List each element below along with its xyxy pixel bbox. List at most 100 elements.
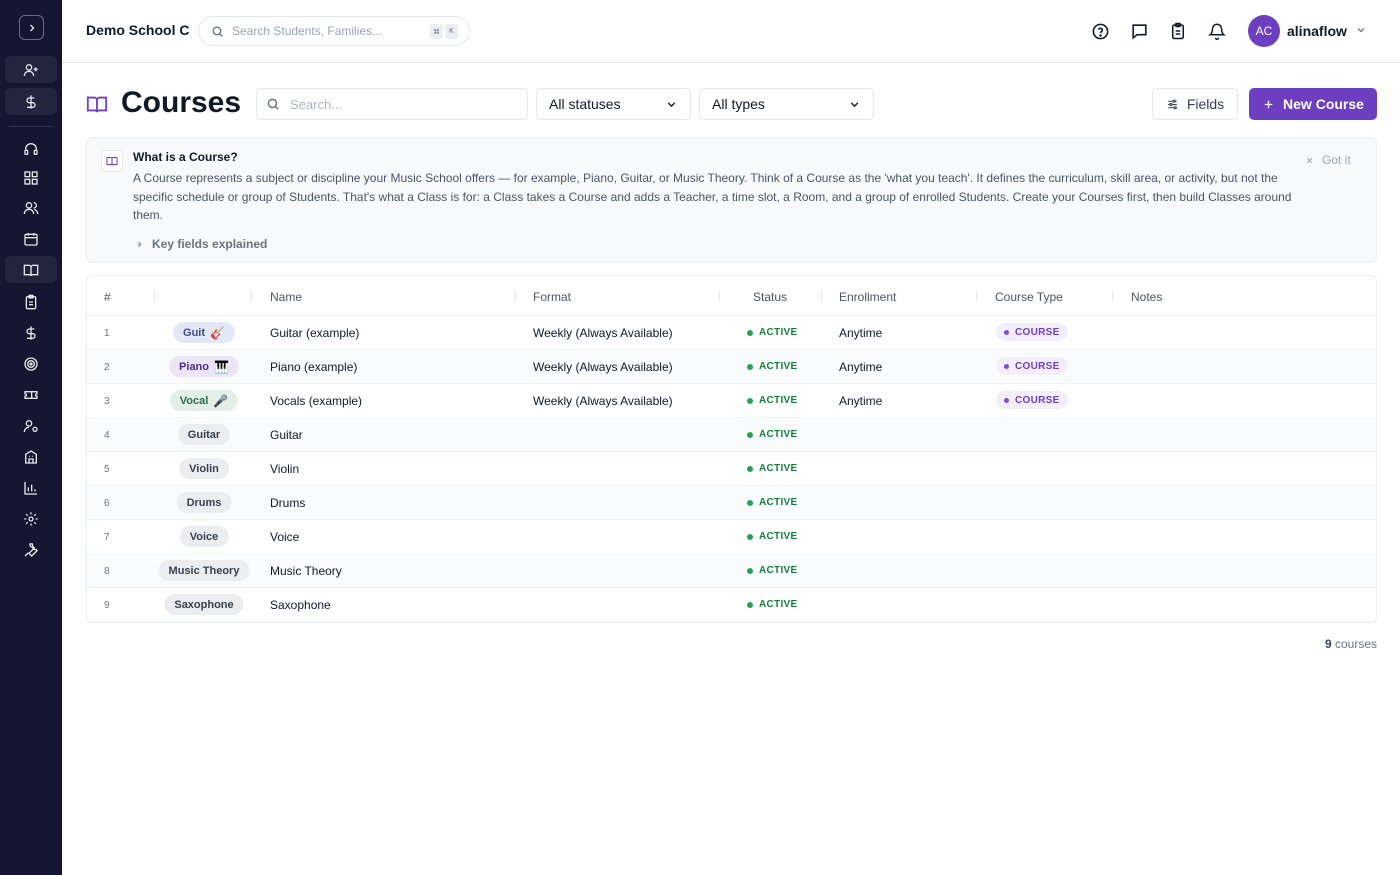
type-filter-select[interactable]: All types: [699, 88, 874, 120]
table-row[interactable]: 5 Violin Violin ACTIVE: [87, 452, 1376, 486]
row-number: 6: [104, 498, 110, 509]
sidebar-item-passes[interactable]: [5, 381, 57, 408]
row-number: 3: [104, 396, 110, 407]
user-name[interactable]: alinaflow: [1287, 23, 1347, 39]
status-filter-select[interactable]: All statuses: [536, 88, 691, 120]
info-title: What is a Course?: [133, 150, 238, 164]
chevron-down-icon: [850, 101, 859, 107]
table-row[interactable]: 1 Guit 🎸 Guitar (example) Weekly (Always Ava…: [87, 316, 1376, 350]
clipboard-icon: [25, 294, 37, 309]
course-name[interactable]: Guitar (example): [270, 326, 359, 340]
course-name[interactable]: Saxophone: [270, 598, 331, 612]
table-row[interactable]: 3 Vocal 🎤 Vocals (example) Weekly (Always Av…: [87, 384, 1376, 418]
table-row[interactable]: 2 Piano 🎹 Piano (example) Weekly (Always Ava…: [87, 350, 1376, 384]
fields-button[interactable]: Fields: [1152, 88, 1238, 120]
notifications-button[interactable]: [1207, 21, 1227, 41]
wrench-icon: [24, 542, 38, 557]
shortcut-key-k: K: [445, 24, 458, 39]
column-header-notes[interactable]: Notes: [1131, 290, 1162, 304]
course-type-badge: COURSE: [996, 391, 1068, 409]
chart-icon: [24, 481, 37, 495]
table-row[interactable]: 6 Drums Drums ACTIVE: [87, 486, 1376, 520]
column-header-course-type[interactable]: Course Type: [995, 290, 1063, 304]
course-name[interactable]: Music Theory: [270, 564, 342, 578]
dismiss-button[interactable]: Got it: [1305, 153, 1351, 167]
school-name: Demo School C: [86, 22, 190, 38]
table-row[interactable]: 4 Guitar Guitar ACTIVE: [87, 418, 1376, 452]
sidebar-item-goals[interactable]: [5, 350, 57, 377]
key-fields-toggle[interactable]: Key fields explained: [135, 237, 267, 251]
sidebar-item-reports[interactable]: [5, 474, 57, 501]
course-tag: Saxophone: [164, 594, 244, 615]
chevron-right-icon: [137, 241, 142, 247]
sidebar-item-staff[interactable]: [5, 412, 57, 439]
course-name[interactable]: Guitar: [270, 428, 303, 442]
column-header-status[interactable]: Status: [753, 290, 787, 304]
course-format: Weekly (Always Available): [533, 326, 673, 340]
sidebar-item-locations[interactable]: [5, 443, 57, 470]
course-tag-label: Music Theory: [168, 564, 240, 577]
column-divider: [515, 290, 516, 302]
message-icon: [1131, 23, 1147, 39]
sidebar-item-calendar[interactable]: [5, 225, 57, 252]
help-button[interactable]: [1090, 21, 1110, 41]
status-label: ACTIVE: [759, 463, 798, 474]
course-name[interactable]: Violin: [270, 462, 299, 476]
course-tag-emoji: 🎤: [213, 393, 229, 408]
course-name[interactable]: Voice: [270, 530, 299, 544]
course-type-dot: [1004, 397, 1009, 403]
sidebar-item-attendance[interactable]: [5, 288, 57, 315]
book-icon: [23, 264, 39, 276]
sidebar-item-students[interactable]: [5, 194, 57, 221]
sidebar-item-settings[interactable]: [5, 505, 57, 532]
status-label: ACTIVE: [759, 497, 798, 508]
column-header-enrollment[interactable]: Enrollment: [839, 290, 896, 304]
sidebar-item-dashboard[interactable]: [5, 164, 57, 191]
user-settings-icon: [23, 419, 38, 432]
column-header-name[interactable]: Name: [270, 290, 302, 304]
course-count-label: courses: [1334, 637, 1377, 651]
sidebar-item-tools[interactable]: [5, 536, 57, 563]
table-row[interactable]: 8 Music Theory Music Theory ACTIVE: [87, 554, 1376, 588]
course-name[interactable]: Piano (example): [270, 360, 357, 374]
global-search-input[interactable]: Search Students, Families... ⌘ K: [198, 16, 470, 46]
help-icon: [1092, 23, 1108, 39]
top-bar: Demo School C Search Students, Families.…: [62, 0, 1400, 63]
sidebar-item-courses[interactable]: [5, 256, 57, 283]
course-name[interactable]: Drums: [270, 496, 305, 510]
status-dot: [747, 329, 753, 336]
sidebar-item-billing[interactable]: [5, 319, 57, 346]
sidebar-item-payment[interactable]: [5, 88, 57, 115]
sidebar-item-add-student[interactable]: [5, 56, 57, 83]
status-badge: ACTIVE: [747, 429, 797, 440]
table-row[interactable]: 9 Saxophone Saxophone ACTIVE: [87, 588, 1376, 622]
avatar[interactable]: AC: [1248, 15, 1280, 47]
status-badge: ACTIVE: [747, 395, 797, 406]
bell-icon: [1208, 23, 1226, 40]
status-badge: ACTIVE: [747, 531, 797, 542]
table-row[interactable]: 7 Voice Voice ACTIVE: [87, 520, 1376, 554]
chevron-down-icon[interactable]: [1355, 24, 1367, 36]
sidebar-divider: [9, 126, 53, 127]
tasks-button[interactable]: [1168, 21, 1188, 41]
course-count: 9 courses: [1325, 637, 1377, 651]
courses-table: # Name Format Status Enrollment Course T…: [86, 275, 1377, 623]
fields-button-label: Fields: [1186, 96, 1225, 112]
row-number: 2: [104, 362, 110, 373]
new-course-button[interactable]: New Course: [1249, 88, 1377, 120]
column-header-format[interactable]: Format: [533, 290, 571, 304]
column-header-number[interactable]: #: [104, 290, 111, 304]
status-dot: [747, 397, 753, 404]
book-icon: [101, 150, 123, 172]
sidebar-item-support[interactable]: [5, 135, 57, 162]
course-name[interactable]: Vocals (example): [270, 394, 362, 408]
search-icon: [267, 98, 279, 110]
messages-button[interactable]: [1129, 21, 1149, 41]
clipboard-icon: [1172, 22, 1184, 40]
sidebar-toggle-button[interactable]: [19, 15, 44, 40]
row-number: 1: [104, 328, 110, 339]
course-search-input[interactable]: Search...: [256, 88, 528, 120]
course-tag-label: Violin: [189, 462, 219, 475]
status-label: ACTIVE: [759, 327, 798, 338]
course-count-number: 9: [1324, 637, 1332, 651]
